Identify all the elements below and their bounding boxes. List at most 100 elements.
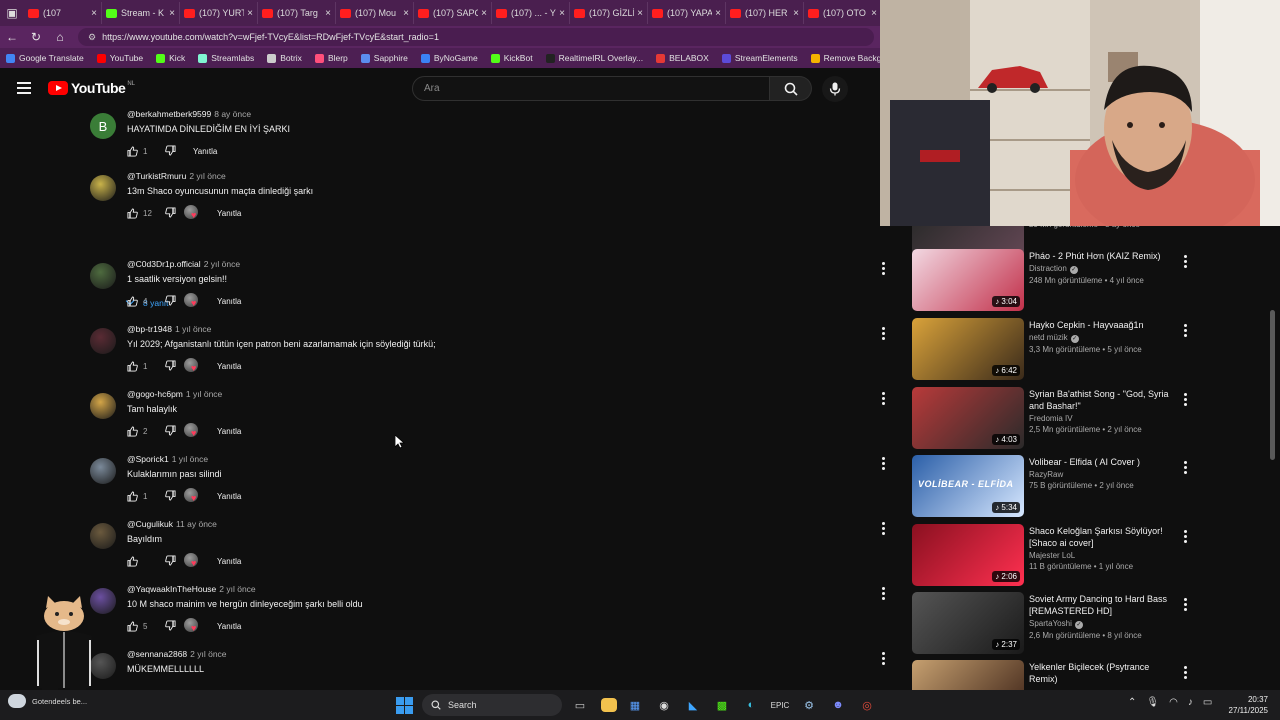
channel-name[interactable]: RazyRaw (1029, 470, 1179, 479)
minecraft-icon[interactable]: ▩ (711, 694, 733, 716)
comment-author[interactable]: @sennana2868 (127, 649, 187, 659)
url-field[interactable]: ⚙ https://www.youtube.com/watch?v=wFjef-… (78, 28, 874, 46)
bookmark-item[interactable]: Streamlabs (198, 53, 254, 63)
dislike-button[interactable] (165, 619, 176, 633)
reply-button[interactable]: Yanıtla (217, 209, 241, 218)
video-title[interactable]: Yelkenler Biçilecek (Psytrance Remix) (1029, 661, 1179, 685)
obs-icon[interactable]: ◉ (653, 694, 675, 716)
menu-icon[interactable] (17, 82, 31, 97)
video-thumbnail[interactable] (912, 660, 1024, 690)
bookmark-item[interactable]: Sapphire (360, 53, 408, 63)
voice-search-button[interactable] (822, 76, 848, 102)
epic-games-icon[interactable]: EPIC (769, 694, 791, 716)
youtube-logo[interactable]: YouTube NL (48, 80, 135, 96)
more-actions-icon[interactable] (1184, 255, 1188, 270)
video-thumbnail[interactable]: ♪ 2:06 (912, 524, 1024, 586)
comment-author[interactable]: @YaqwaakInTheHouse (127, 584, 216, 594)
like-button[interactable]: 1 (127, 360, 157, 372)
bookmark-item[interactable]: Blerp (314, 53, 348, 63)
discord-icon[interactable]: ☻ (827, 694, 849, 716)
close-tab-icon[interactable]: × (403, 8, 409, 19)
bookmark-item[interactable]: StreamElements (721, 53, 798, 63)
close-tab-icon[interactable]: × (481, 8, 487, 19)
recommended-video[interactable]: ♪ 2:06 Shaco Keloğlan Şarkısı Söylüyor! [… (912, 524, 1202, 586)
steam-icon[interactable]: ⚙ (798, 694, 820, 716)
comment-time[interactable]: 1 yıl önce (175, 324, 211, 334)
more-actions-icon[interactable] (882, 392, 886, 407)
close-tab-icon[interactable]: × (169, 8, 175, 19)
reply-button[interactable]: Yanıtla (217, 362, 241, 371)
channel-name[interactable]: Distraction ✓ (1029, 264, 1179, 274)
more-actions-icon[interactable] (882, 457, 886, 472)
more-actions-icon[interactable] (882, 587, 886, 602)
file-explorer-icon[interactable] (601, 698, 617, 712)
more-actions-icon[interactable] (1184, 461, 1188, 476)
dislike-button[interactable] (165, 359, 176, 373)
reply-button[interactable]: Yanıtla (217, 557, 241, 566)
taskbar-clock[interactable]: 20:37 27/11/2025 (1222, 694, 1268, 716)
channel-name[interactable]: Fredomia IV (1029, 414, 1179, 423)
close-tab-icon[interactable]: × (91, 8, 97, 19)
video-title[interactable]: Soviet Army Dancing to Hard Bass [REMAST… (1029, 593, 1179, 617)
recommended-video[interactable]: ♪ 2:37 Soviet Army Dancing to Hard Bass [… (912, 592, 1202, 654)
more-actions-icon[interactable] (1184, 324, 1188, 339)
browser-tab[interactable]: (107) Targ × (258, 2, 336, 24)
start-button[interactable] (394, 695, 414, 715)
commenter-avatar[interactable]: B (90, 113, 116, 139)
dislike-button[interactable] (165, 424, 176, 438)
more-actions-icon[interactable] (1184, 666, 1188, 681)
more-actions-icon[interactable] (882, 262, 886, 277)
browser-tab[interactable]: Stream - K × (102, 2, 180, 24)
channel-name[interactable]: Majester LoL (1029, 551, 1179, 560)
like-button[interactable] (127, 555, 157, 567)
comment-time[interactable]: 2 yıl önce (190, 649, 226, 659)
like-button[interactable]: 5 (127, 620, 157, 632)
comment-author[interactable]: @gogo-hc6pm (127, 389, 183, 399)
vscode-icon[interactable]: ◣ (682, 694, 704, 716)
commenter-avatar[interactable] (90, 393, 116, 419)
dislike-button[interactable] (165, 489, 176, 503)
taskbar-search[interactable]: Search (422, 694, 562, 716)
more-actions-icon[interactable] (882, 327, 886, 342)
like-button[interactable]: 12 (127, 207, 157, 219)
browser-tab[interactable]: (107) GİZLİ × (570, 2, 648, 24)
video-thumbnail[interactable]: ♪ 3:04 (912, 249, 1024, 311)
volume-icon[interactable]: ♪ (1188, 697, 1193, 708)
bookmark-item[interactable]: Google Translate (6, 53, 84, 63)
comment-time[interactable]: 8 ay önce (214, 109, 251, 119)
bookmark-item[interactable]: RealtimeIRL Overlay... (545, 53, 643, 63)
tab-actions-icon[interactable]: ▣ (0, 0, 24, 26)
like-button[interactable]: 2 (127, 425, 157, 437)
comment-author[interactable]: @TurkistRmuru (127, 171, 186, 181)
video-thumbnail[interactable]: VOLİBEAR - ELFİDA ♪ 5:34 (912, 455, 1024, 517)
more-actions-icon[interactable] (1184, 530, 1188, 545)
page-scrollbar[interactable] (1270, 310, 1275, 460)
video-title[interactable]: Shaco Keloğlan Şarkısı Söylüyor! [Shaco … (1029, 525, 1179, 549)
search-input[interactable]: Ara (412, 76, 770, 101)
reply-button[interactable]: Yanıtla (217, 622, 241, 631)
browser-tab[interactable]: (107 × (24, 2, 102, 24)
home-icon[interactable]: ⌂ (48, 26, 72, 48)
dislike-button[interactable] (165, 144, 176, 158)
commenter-avatar[interactable] (90, 328, 116, 354)
comment-author[interactable]: @bp-tr1948 (127, 324, 172, 334)
more-actions-icon[interactable] (1184, 598, 1188, 613)
comment-time[interactable]: 2 yıl önce (189, 171, 225, 181)
browser-tab[interactable]: (107) ... - Y × (492, 2, 570, 24)
comment-author[interactable]: @C0d3Dr1p.official (127, 259, 201, 269)
bookmark-item[interactable]: Botrix (267, 53, 302, 63)
commenter-avatar[interactable] (90, 175, 116, 201)
close-tab-icon[interactable]: × (325, 8, 331, 19)
weather-widget[interactable]: Gotendeels be... (8, 694, 87, 708)
reply-button[interactable]: Yanıtla (193, 147, 217, 156)
like-button[interactable]: 1 (127, 145, 157, 157)
recommended-video[interactable]: Yelkenler Biçilecek (Psytrance Remix) (912, 660, 1202, 690)
like-button[interactable]: 4 (127, 295, 157, 307)
comment-author[interactable]: @berkahmetberk9599 (127, 109, 211, 119)
comment-time[interactable]: 11 ay önce (176, 519, 217, 529)
bookmark-item[interactable]: ByNoGame (420, 53, 478, 63)
battery-icon[interactable]: ▭ (1203, 697, 1212, 708)
comment-author[interactable]: @Cugulikuk (127, 519, 173, 529)
close-tab-icon[interactable]: × (247, 8, 253, 19)
close-tab-icon[interactable]: × (871, 8, 877, 19)
